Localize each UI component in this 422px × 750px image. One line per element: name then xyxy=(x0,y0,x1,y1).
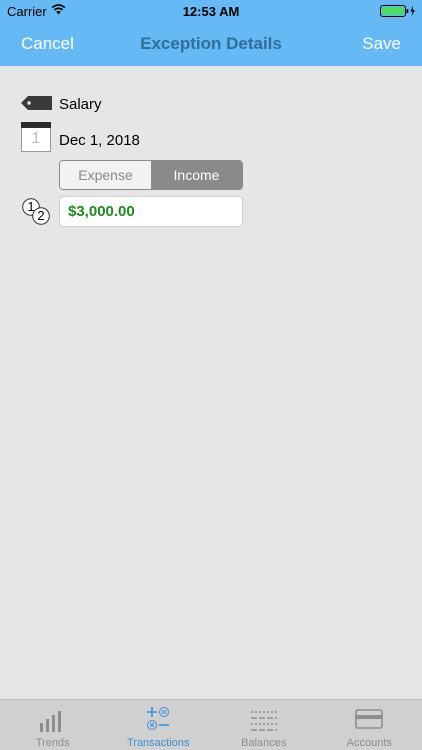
page-title: Exception Details xyxy=(140,34,282,53)
type-segmented-control: Expense Income xyxy=(59,160,243,190)
navigation-bar: Cancel Exception Details Save xyxy=(0,22,422,66)
credit-card-icon xyxy=(355,709,384,729)
category-label[interactable]: Salary xyxy=(59,96,102,113)
number-sequence-icon: 1 2 xyxy=(21,198,53,226)
segment-income[interactable]: Income xyxy=(151,161,242,189)
save-button[interactable]: Save xyxy=(362,34,401,54)
tab-accounts[interactable]: Accounts xyxy=(317,700,422,750)
badge-two-number: 2 xyxy=(37,208,45,223)
calendar-day-number: 1 xyxy=(31,130,41,147)
amount-input[interactable]: $3,000.00 xyxy=(59,196,243,227)
battery-icon xyxy=(380,5,415,17)
calculator-icon xyxy=(147,707,170,730)
clock: 12:53 AM xyxy=(182,4,240,19)
tab-accounts-label: Accounts xyxy=(346,737,392,749)
tab-transactions-label: Transactions xyxy=(126,737,190,749)
bar-chart-icon xyxy=(39,711,61,732)
tab-bar: Trends Transactions Balances Accounts xyxy=(0,699,422,750)
tab-trends-label: Trends xyxy=(35,737,70,749)
list-icon xyxy=(250,711,277,731)
segment-expense[interactable]: Expense xyxy=(60,161,151,189)
status-bar: Carrier 12:53 AM xyxy=(0,0,422,22)
header: Carrier 12:53 AM Cancel Exception Detail… xyxy=(0,0,422,66)
tab-transactions[interactable]: Transactions xyxy=(106,700,212,750)
date-label[interactable]: Dec 1, 2018 xyxy=(59,132,140,149)
tab-trends[interactable]: Trends xyxy=(0,700,106,750)
tab-balances-label: Balances xyxy=(241,737,287,749)
tag-icon xyxy=(21,96,52,110)
tab-balances[interactable]: Balances xyxy=(211,700,317,750)
